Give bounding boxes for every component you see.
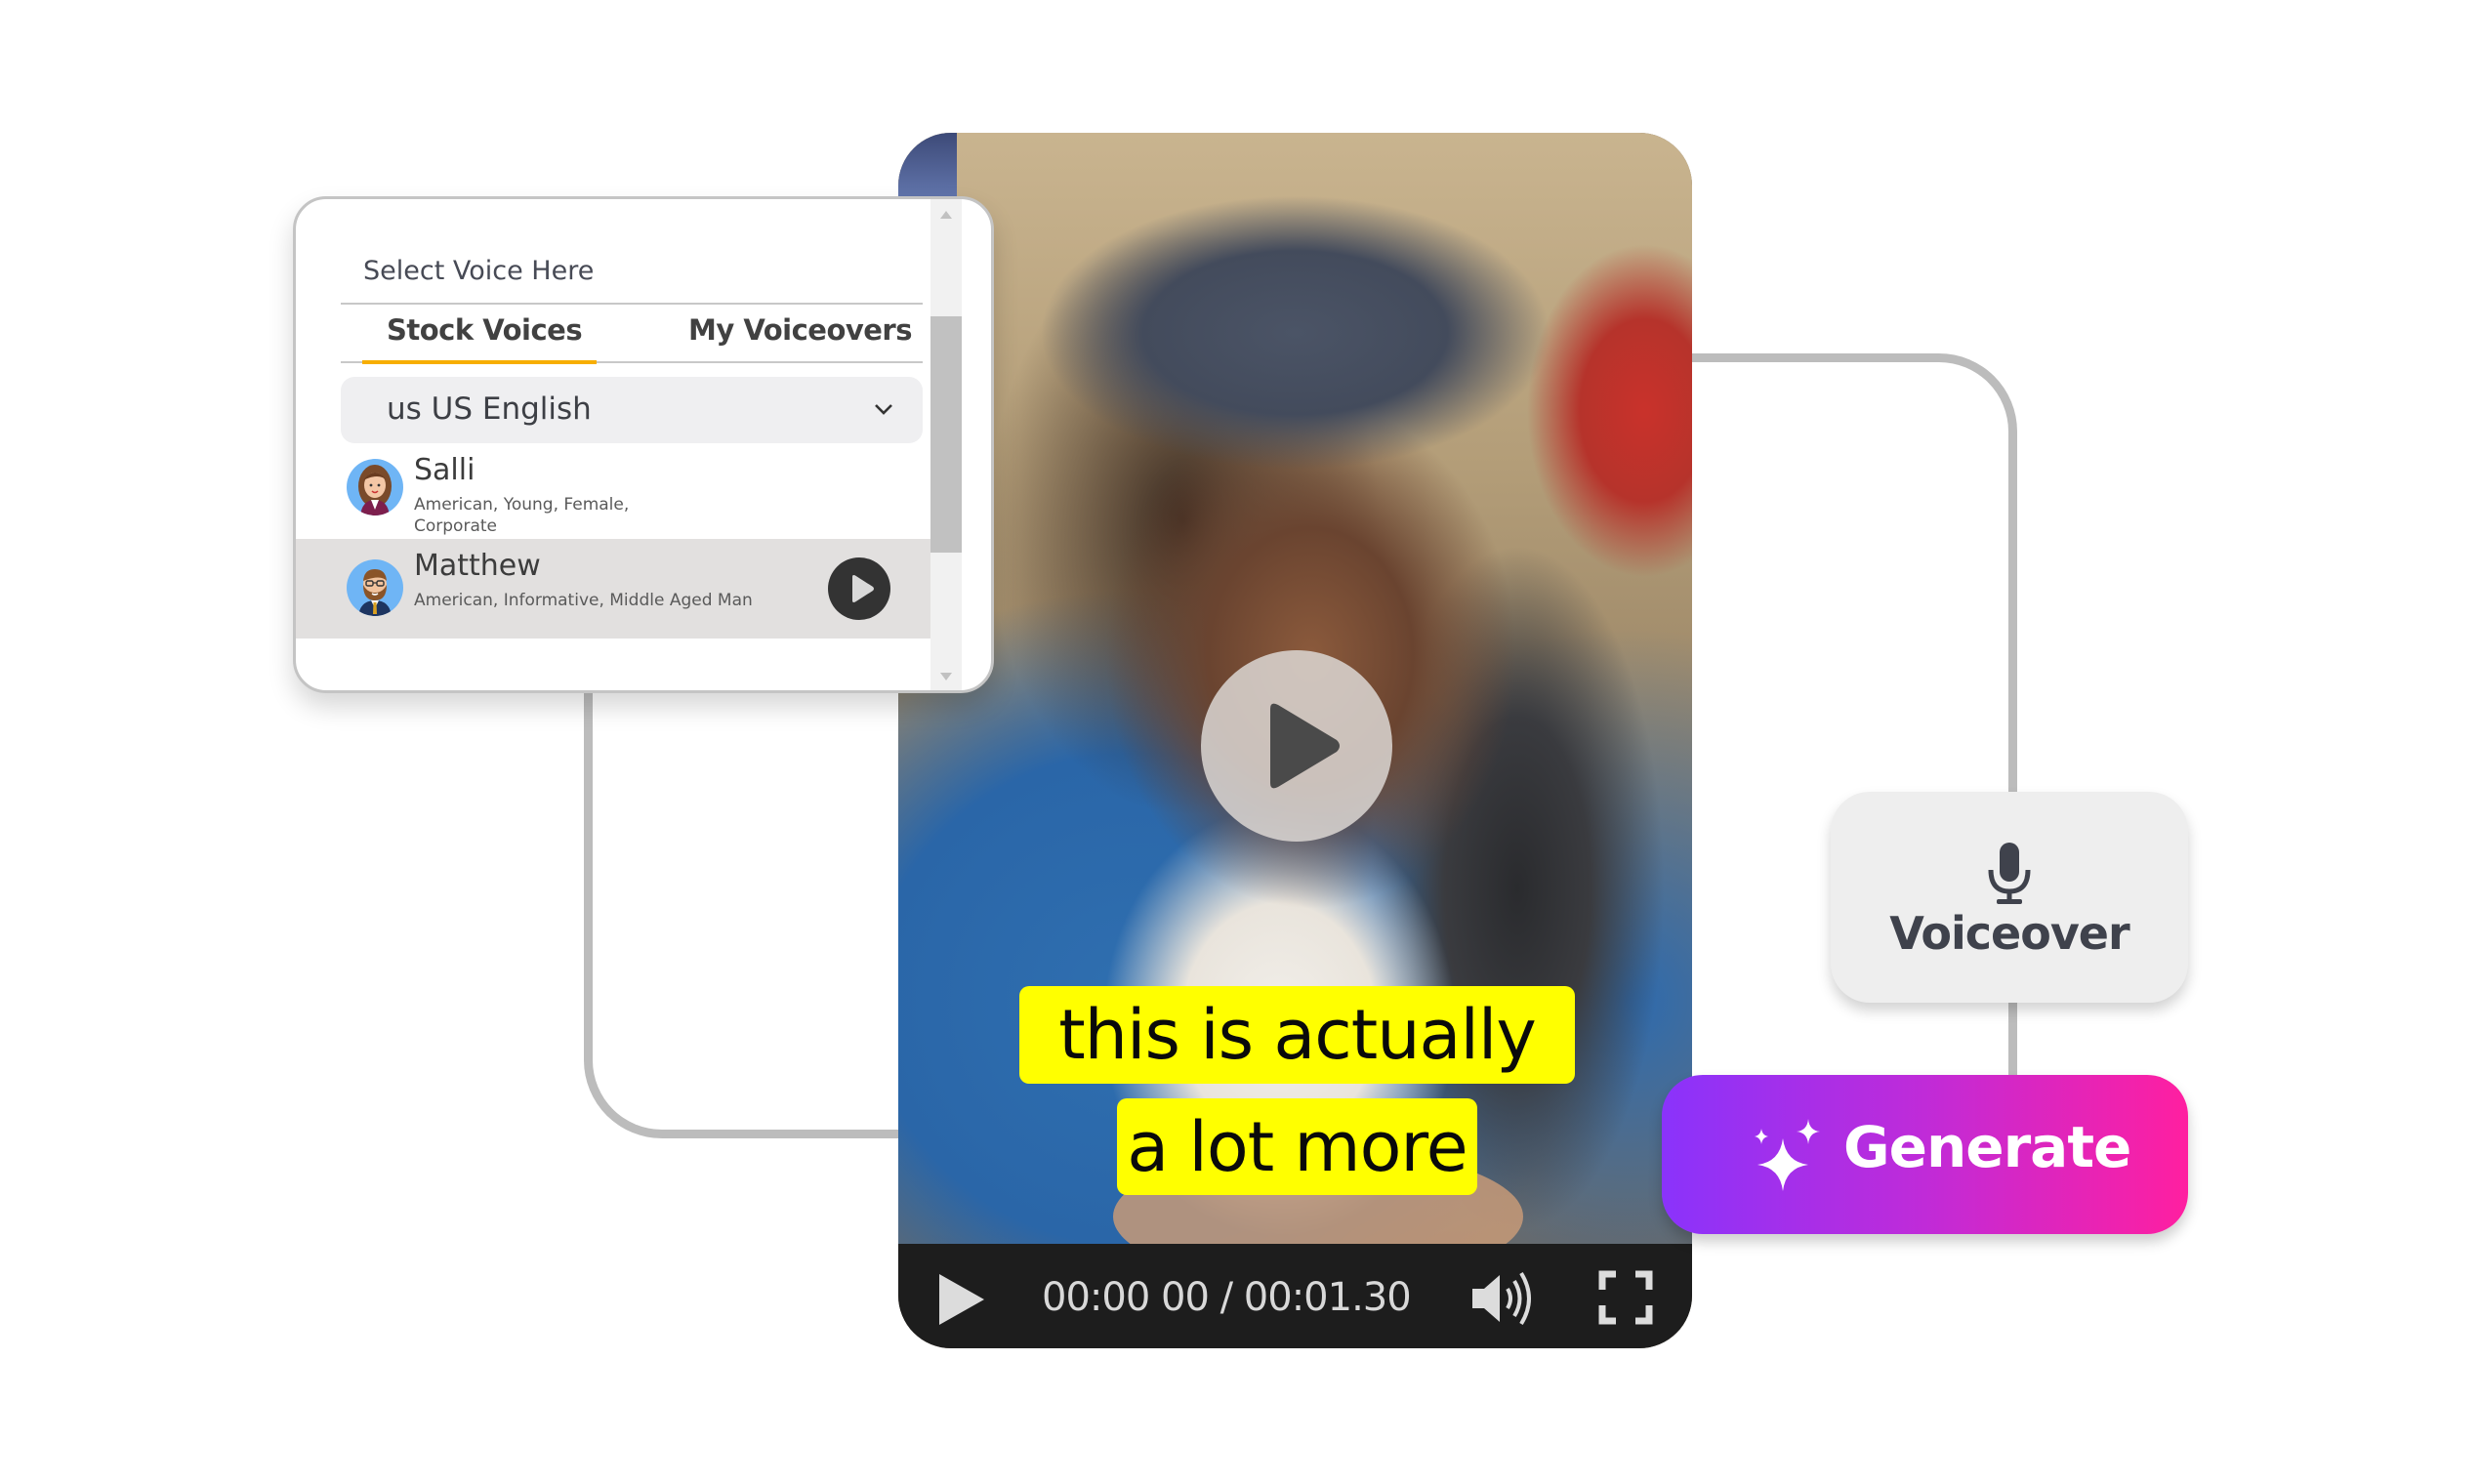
avatar-male-icon	[358, 569, 392, 616]
voice-item-salli[interactable]: Salli American, Young, Female, Corporate	[296, 449, 930, 541]
active-tab-indicator	[362, 360, 597, 364]
avatar-female-icon	[358, 465, 392, 515]
caption-line: this is actually	[1019, 986, 1575, 1084]
generate-label: Generate	[1843, 1114, 2131, 1180]
scrollbar-thumb[interactable]	[930, 316, 962, 553]
voice-description: American, Informative, Middle Aged Man	[414, 591, 753, 610]
voice-item-matthew[interactable]: Matthew American, Informative, Middle Ag…	[296, 539, 930, 639]
scroll-up-arrow-icon[interactable]	[940, 211, 952, 219]
tab-my-voiceovers[interactable]: My Voiceovers	[688, 313, 913, 347]
voiceover-button[interactable]: Voiceover	[1831, 792, 2188, 1003]
scrollbar[interactable]	[930, 199, 962, 690]
video-control-bar: 00:00 00 / 00:01.30	[898, 1244, 1692, 1348]
video-play-button[interactable]	[1201, 650, 1392, 842]
fullscreen-icon[interactable]	[1598, 1270, 1653, 1325]
avatar-salli	[347, 459, 403, 515]
voice-description: American, Young, Female, Corporate	[414, 495, 630, 536]
scroll-down-arrow-icon[interactable]	[940, 673, 952, 680]
divider	[341, 303, 923, 305]
play-icon	[1270, 703, 1340, 789]
preview-play-button[interactable]	[828, 557, 890, 620]
voice-name: Matthew	[414, 549, 541, 583]
caption-line: a lot more	[1117, 1098, 1477, 1195]
play-icon[interactable]	[935, 1270, 988, 1329]
tab-stock-voices[interactable]: Stock Voices	[387, 313, 583, 347]
language-select[interactable]: us US English	[341, 377, 923, 443]
video-player[interactable]: this is actually a lot more 00:00 00 / 0…	[898, 133, 1692, 1348]
avatar-matthew	[347, 559, 403, 616]
panel-title: Select Voice Here	[363, 256, 595, 286]
video-frame: this is actually a lot more	[898, 133, 1692, 1244]
microphone-icon	[1988, 843, 2031, 904]
voiceover-label: Voiceover	[1889, 907, 2129, 960]
language-select-value: us US English	[387, 392, 592, 427]
connector-line-left	[584, 683, 916, 1138]
play-icon	[852, 575, 874, 602]
time-display: 00:00 00 / 00:01.30	[1042, 1275, 1412, 1320]
voice-select-panel: Select Voice Here Stock Voices My Voiceo…	[293, 196, 994, 693]
sparkle-icon	[1755, 1119, 1820, 1191]
volume-icon[interactable]	[1468, 1267, 1537, 1330]
chevron-down-icon	[875, 404, 892, 415]
voice-name: Salli	[414, 453, 475, 487]
generate-button[interactable]: Generate	[1662, 1075, 2188, 1234]
